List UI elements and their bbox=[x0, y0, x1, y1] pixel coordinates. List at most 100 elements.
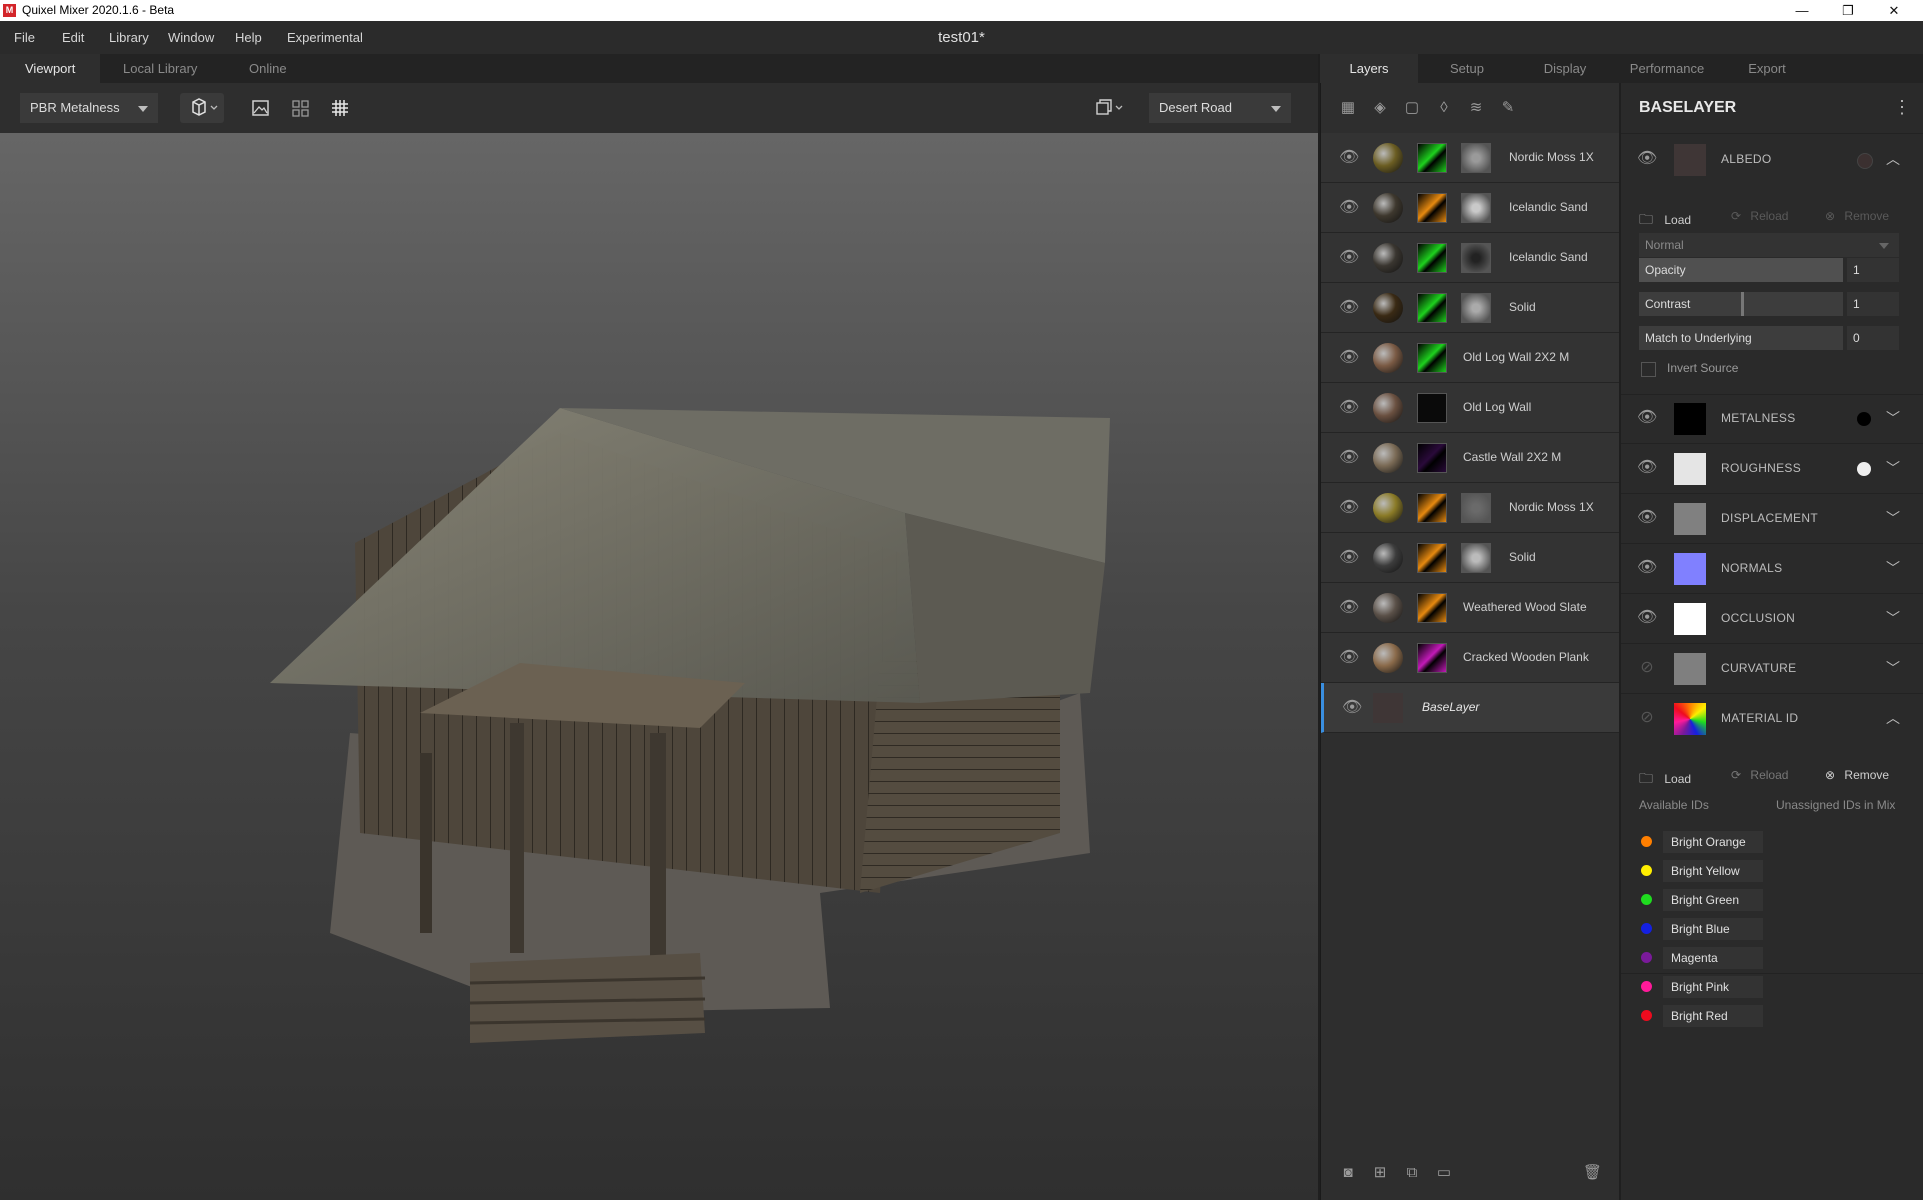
tab-display[interactable]: Display bbox=[1516, 54, 1614, 83]
material-id-swatch[interactable] bbox=[1674, 703, 1706, 735]
environment-dropdown[interactable]: Desert Road bbox=[1149, 93, 1291, 123]
minimize-button[interactable]: — bbox=[1779, 0, 1825, 21]
mesh-select-button[interactable] bbox=[180, 93, 224, 123]
delete-icon[interactable]: 🗑 bbox=[1583, 1164, 1602, 1182]
material-id-item[interactable]: Bright Pink bbox=[1641, 976, 1771, 998]
layer-row[interactable]: 👁 Weathered Wood Slate bbox=[1321, 583, 1619, 633]
image-view-button[interactable] bbox=[245, 93, 275, 123]
layer-row[interactable]: 👁 Solid bbox=[1321, 283, 1619, 333]
add-paint-layer-icon[interactable]: ◈ bbox=[1371, 99, 1389, 117]
maximize-button[interactable]: ❐ bbox=[1825, 0, 1871, 21]
match-underlying-value[interactable]: 0 bbox=[1847, 326, 1899, 350]
eye-icon[interactable]: 👁 bbox=[1637, 608, 1657, 628]
tab-performance[interactable]: Performance bbox=[1618, 54, 1716, 83]
opacity-slider[interactable]: Opacity bbox=[1639, 258, 1843, 282]
add-fill-layer-icon[interactable]: ◊ bbox=[1435, 99, 1453, 117]
channel-section-displacement[interactable]: 👁 DISPLACEMENT ﹀ bbox=[1621, 493, 1923, 544]
add-layer-icon[interactable]: ⊞ bbox=[1371, 1164, 1389, 1182]
tab-viewport[interactable]: Viewport bbox=[0, 54, 101, 83]
eye-icon[interactable]: 👁 bbox=[1339, 548, 1359, 568]
channel-section-curvature[interactable]: ⊘ CURVATURE ﹀ bbox=[1621, 643, 1923, 694]
blend-mode-dropdown[interactable]: Normal bbox=[1639, 233, 1899, 257]
add-modifier-icon[interactable]: ≋ bbox=[1467, 99, 1485, 117]
albedo-color-dot[interactable] bbox=[1857, 153, 1873, 169]
chevron-up-icon[interactable]: ︿ bbox=[1886, 708, 1900, 728]
add-surface-layer-icon[interactable]: ▦ bbox=[1339, 99, 1357, 117]
eye-icon[interactable]: 👁 bbox=[1339, 348, 1359, 368]
chevron-down-icon[interactable]: ﹀ bbox=[1886, 558, 1900, 578]
contrast-slider[interactable]: Contrast bbox=[1639, 292, 1843, 316]
eye-icon[interactable]: 👁 bbox=[1637, 149, 1657, 169]
modifier-thumbnail[interactable] bbox=[1461, 493, 1491, 523]
albedo-remove-button[interactable]: ⊗ Remove bbox=[1825, 209, 1889, 223]
eye-icon[interactable]: 👁 bbox=[1339, 198, 1359, 218]
3d-viewport[interactable] bbox=[0, 133, 1318, 1200]
mask-thumbnail[interactable] bbox=[1417, 243, 1447, 273]
channel-swatch[interactable] bbox=[1674, 553, 1706, 585]
eye-icon[interactable]: 👁 bbox=[1342, 698, 1362, 718]
channel-swatch[interactable] bbox=[1674, 503, 1706, 535]
channel-section-normals[interactable]: 👁 NORMALS ﹀ bbox=[1621, 543, 1923, 594]
channel-swatch[interactable] bbox=[1674, 403, 1706, 435]
layer-row[interactable]: 👁 Castle Wall 2X2 M bbox=[1321, 433, 1619, 483]
material-id-item[interactable]: Magenta bbox=[1641, 947, 1771, 969]
eye-icon[interactable]: 👁 bbox=[1339, 298, 1359, 318]
contrast-value[interactable]: 1 bbox=[1847, 292, 1899, 316]
material-id-reload-button[interactable]: ⟳ Reload bbox=[1731, 768, 1788, 782]
albedo-swatch[interactable] bbox=[1674, 144, 1706, 176]
channel-color-dot[interactable] bbox=[1857, 412, 1871, 426]
mask-thumbnail[interactable] bbox=[1417, 443, 1447, 473]
match-underlying-slider[interactable]: Match to Underlying bbox=[1639, 326, 1843, 350]
contrast-slider-handle[interactable] bbox=[1741, 292, 1744, 316]
add-smart-material-icon[interactable]: ⧉ bbox=[1403, 1164, 1421, 1182]
menu-window[interactable]: Window bbox=[168, 30, 214, 45]
layer-row[interactable]: 👁 BaseLayer bbox=[1321, 683, 1619, 733]
menu-library[interactable]: Library bbox=[109, 30, 149, 45]
close-button[interactable]: ✕ bbox=[1871, 0, 1917, 21]
layer-row[interactable]: 👁 Solid bbox=[1321, 533, 1619, 583]
tab-setup[interactable]: Setup bbox=[1418, 54, 1516, 83]
eye-icon[interactable]: 👁 bbox=[1339, 248, 1359, 268]
mask-thumbnail[interactable] bbox=[1417, 543, 1447, 573]
material-id-item[interactable]: Bright Yellow bbox=[1641, 860, 1771, 882]
split-view-button[interactable] bbox=[285, 93, 315, 123]
mask-thumbnail[interactable] bbox=[1417, 143, 1447, 173]
tab-online[interactable]: Online bbox=[224, 54, 312, 83]
eye-icon[interactable]: 👁 bbox=[1637, 508, 1657, 528]
modifier-thumbnail[interactable] bbox=[1461, 243, 1491, 273]
eye-icon[interactable]: 👁 bbox=[1339, 598, 1359, 618]
channel-color-dot[interactable] bbox=[1857, 462, 1871, 476]
eye-icon[interactable]: 👁 bbox=[1339, 648, 1359, 668]
layer-row[interactable]: 👁 Icelandic Sand bbox=[1321, 233, 1619, 283]
grid-toggle-button[interactable] bbox=[325, 93, 355, 123]
albedo-reload-button[interactable]: ⟳ Reload bbox=[1731, 209, 1788, 223]
chevron-up-icon[interactable]: ︿ bbox=[1886, 149, 1900, 169]
mask-thumbnail[interactable] bbox=[1417, 343, 1447, 373]
modifier-thumbnail[interactable] bbox=[1461, 193, 1491, 223]
add-mask-icon[interactable]: ◙ bbox=[1339, 1164, 1357, 1182]
material-id-item[interactable]: Bright Green bbox=[1641, 889, 1771, 911]
mask-thumbnail[interactable] bbox=[1417, 493, 1447, 523]
channel-swatch[interactable] bbox=[1674, 653, 1706, 685]
paint-brush-icon[interactable]: ✎ bbox=[1499, 99, 1517, 117]
chevron-down-icon[interactable]: ﹀ bbox=[1886, 508, 1900, 528]
albedo-load-button[interactable]: 🗀 Load bbox=[1639, 209, 1691, 233]
layer-row[interactable]: 👁 Nordic Moss 1X bbox=[1321, 133, 1619, 183]
chevron-down-icon[interactable]: ﹀ bbox=[1886, 608, 1900, 628]
add-solid-layer-icon[interactable]: ▢ bbox=[1403, 99, 1421, 117]
menu-file[interactable]: File bbox=[14, 30, 35, 45]
layer-row[interactable]: 👁 Old Log Wall bbox=[1321, 383, 1619, 433]
material-id-item[interactable]: Bright Blue bbox=[1641, 918, 1771, 940]
mask-thumbnail[interactable] bbox=[1417, 393, 1447, 423]
camera-options-button[interactable] bbox=[1086, 93, 1130, 123]
eye-icon[interactable]: 👁 bbox=[1339, 448, 1359, 468]
channel-swatch[interactable] bbox=[1674, 603, 1706, 635]
tab-layers[interactable]: Layers bbox=[1320, 54, 1418, 83]
menu-help[interactable]: Help bbox=[235, 30, 262, 45]
add-folder-icon[interactable]: ▭ bbox=[1435, 1164, 1453, 1182]
channel-section-roughness[interactable]: 👁 ROUGHNESS ﹀ bbox=[1621, 443, 1923, 494]
material-id-load-button[interactable]: 🗀 Load bbox=[1639, 768, 1691, 792]
channel-section-metalness[interactable]: 👁 METALNESS ﹀ bbox=[1621, 393, 1923, 444]
mask-thumbnail[interactable] bbox=[1417, 593, 1447, 623]
material-id-item[interactable]: Bright Red bbox=[1641, 1005, 1771, 1027]
